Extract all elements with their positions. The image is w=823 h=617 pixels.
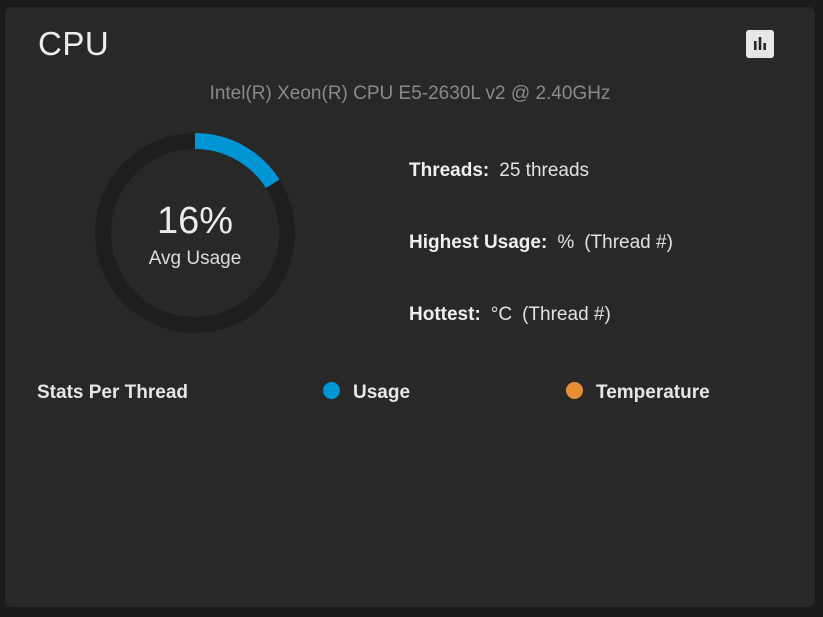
highest-usage-label: Highest Usage:: [409, 232, 548, 253]
hottest-thread: (Thread #): [522, 304, 611, 325]
threads-stat: Threads: 25 threads: [409, 160, 589, 182]
avg-usage-gauge: 16% Avg Usage: [93, 131, 297, 335]
hottest-stat: Hottest: °C (Thread #): [409, 304, 611, 326]
threads-label: Threads:: [409, 160, 490, 181]
avg-usage-label: Avg Usage: [148, 248, 242, 269]
cpu-widget-card: CPU Intel(R) Xeon(R) CPU E5-2630L v2 @ 2…: [5, 7, 815, 607]
legend-usage-label: Usage: [353, 382, 411, 403]
bar-chart-icon: [754, 37, 766, 50]
cpu-model-name: Intel(R) Xeon(R) CPU E5-2630L v2 @ 2.40G…: [209, 83, 611, 104]
avg-usage-value: 16%: [156, 200, 234, 242]
threads-value: 25 threads: [499, 160, 590, 181]
legend-temperature-label: Temperature: [596, 382, 710, 403]
stats-per-thread-title: Stats Per Thread: [37, 382, 188, 403]
card-title: CPU: [38, 25, 110, 62]
usage-dot-icon: [323, 382, 340, 399]
temperature-dot-icon: [566, 382, 583, 399]
legend-item-temperature[interactable]: Temperature: [566, 382, 710, 404]
highest-usage-value: %: [557, 232, 575, 253]
highest-usage-stat: Highest Usage:% (Thread #): [409, 232, 673, 254]
highest-usage-thread: (Thread #): [584, 232, 673, 253]
hottest-label: Hottest:: [409, 304, 481, 325]
hottest-value: °C: [490, 304, 513, 325]
legend-item-usage[interactable]: Usage: [323, 382, 410, 404]
view-report-button[interactable]: [746, 30, 774, 58]
